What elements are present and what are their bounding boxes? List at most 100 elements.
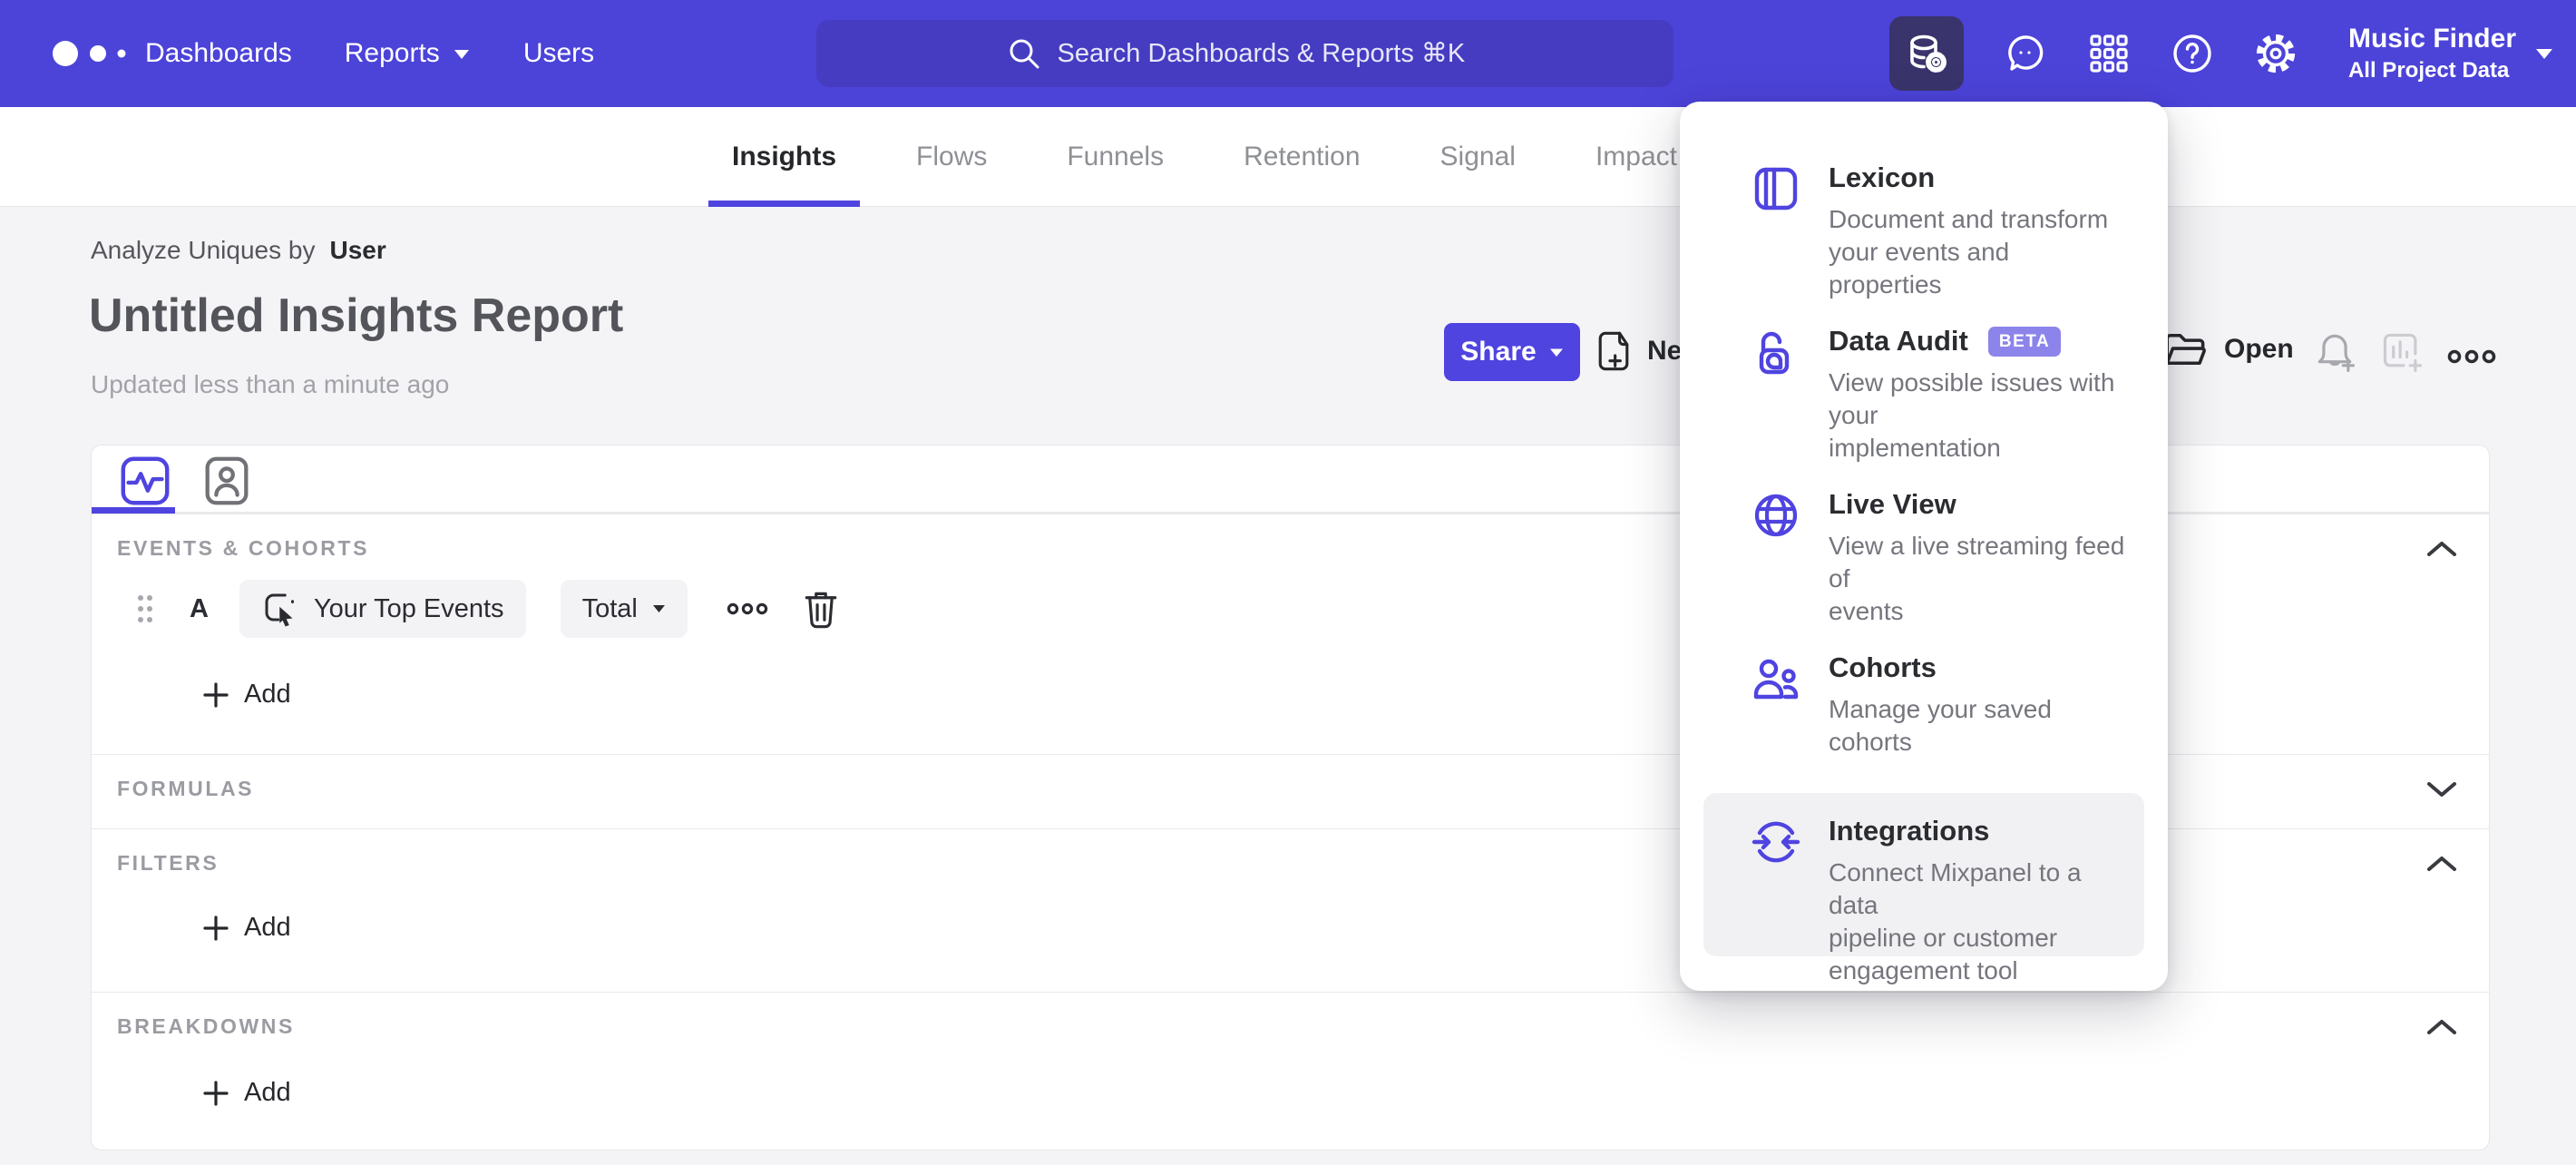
integrations-icon xyxy=(1751,817,1801,867)
global-search[interactable] xyxy=(816,20,1673,87)
menu-item-cohorts[interactable]: Cohorts Manage your saved cohorts xyxy=(1703,630,2144,793)
help-icon[interactable] xyxy=(2171,32,2214,75)
tab-insights[interactable]: Insights xyxy=(707,107,861,207)
menu-item-integrations-text: Integrations Connect Mixpanel to a data … xyxy=(1829,815,2126,984)
metrics-view-icon[interactable] xyxy=(116,452,174,510)
event-row-more-icon[interactable] xyxy=(726,601,769,617)
tab-signal-label: Signal xyxy=(1439,142,1516,171)
data-management-dropdown: Lexicon Document and transform your even… xyxy=(1680,102,2168,991)
menu-item-integrations[interactable]: Integrations Connect Mixpanel to a data … xyxy=(1703,793,2144,984)
project-name: Music Finder xyxy=(2347,24,2516,54)
mixpanel-dots-logo-glyph xyxy=(53,41,126,66)
tab-signal[interactable]: Signal xyxy=(1429,107,1527,207)
beta-badge: BETA xyxy=(1987,326,2062,357)
alert-bell-plus-icon[interactable] xyxy=(2311,328,2358,376)
tab-impact-label: Impact xyxy=(1595,142,1677,171)
menu-item-lexicon-desc: Document and transform your events and p… xyxy=(1829,205,2109,299)
profile-analysis-icon[interactable] xyxy=(198,452,256,510)
add-breakdown-label: Add xyxy=(244,1078,291,1107)
tab-insights-label: Insights xyxy=(732,142,837,171)
breakdowns-label: BREAKDOWNS xyxy=(117,1014,295,1038)
plus-icon xyxy=(203,681,229,708)
menu-item-lexicon-text: Lexicon Document and transform your even… xyxy=(1829,162,2126,303)
primary-nav: Dashboards Reports Users xyxy=(145,0,594,107)
nav-item-reports[interactable]: Reports xyxy=(345,38,471,69)
formulas-label: FORMULAS xyxy=(117,777,255,800)
apps-grid-icon[interactable] xyxy=(2087,32,2131,75)
add-to-dashboard-icon[interactable] xyxy=(2378,328,2425,376)
tab-flows-label: Flows xyxy=(916,142,988,171)
add-breakdown-button[interactable]: Add xyxy=(202,1078,291,1108)
menu-item-live-view-desc: View a live streaming feed of events xyxy=(1829,532,2125,625)
add-event-button[interactable]: Add xyxy=(202,680,291,710)
report-type-tabbar: Insights Flows Funnels Retention Signal … xyxy=(0,107,2576,207)
menu-item-data-audit[interactable]: Data Audit BETA View possible issues wit… xyxy=(1703,303,2144,466)
add-filter-label: Add xyxy=(244,913,291,942)
filters-collapse-chevron-icon[interactable] xyxy=(2422,846,2462,882)
tab-funnels-label: Funnels xyxy=(1067,142,1165,171)
nav-item-dashboards[interactable]: Dashboards xyxy=(145,38,292,69)
menu-item-data-audit-desc: View possible issues with your implement… xyxy=(1829,368,2115,462)
settings-glyph xyxy=(2256,34,2296,73)
tab-retention[interactable]: Retention xyxy=(1233,107,1371,207)
menu-item-integrations-title: Integrations xyxy=(1829,815,1990,847)
tab-funnels[interactable]: Funnels xyxy=(1056,107,1175,207)
more-options-icon[interactable] xyxy=(2445,347,2498,367)
search-icon xyxy=(1010,39,1039,69)
event-selector-button[interactable]: Your Top Events xyxy=(239,580,526,638)
report-title[interactable]: Untitled Insights Report xyxy=(89,289,623,343)
open-report-label: Open xyxy=(2224,334,2294,364)
share-button[interactable]: Share xyxy=(1444,323,1580,381)
active-view-underline xyxy=(92,507,175,514)
menu-item-cohorts-desc: Manage your saved cohorts xyxy=(1829,695,2052,756)
menu-item-data-audit-text: Data Audit BETA View possible issues wit… xyxy=(1829,325,2126,466)
menu-item-live-view-text: Live View View a live streaming feed of … xyxy=(1829,488,2126,630)
project-selector[interactable]: Music Finder All Project Data xyxy=(2348,24,2554,83)
top-navbar: Dashboards Reports Users Search Dashboar… xyxy=(0,0,2576,107)
analyze-entity-selector[interactable]: User xyxy=(329,236,385,265)
data-management-icon[interactable] xyxy=(1888,16,1964,91)
aggregation-selector-label: Total xyxy=(581,593,638,623)
report-type-tabs: Insights Flows Funnels Retention Signal … xyxy=(707,107,1688,207)
live-view-icon xyxy=(1751,490,1801,541)
data-management-glyph xyxy=(1910,34,1947,73)
plus-icon xyxy=(203,915,229,941)
menu-item-lexicon[interactable]: Lexicon Document and transform your even… xyxy=(1703,140,2144,303)
event-click-icon xyxy=(265,593,294,627)
event-row-letter: A xyxy=(190,593,209,623)
mixpanel-dots-logo[interactable] xyxy=(49,0,136,107)
tab-flows[interactable]: Flows xyxy=(905,107,998,207)
add-event-label: Add xyxy=(244,680,291,709)
add-filter-button[interactable]: Add xyxy=(202,913,291,943)
data-audit-icon xyxy=(1751,327,1801,377)
mixpanel-insights-screen: Dashboards Reports Users Search Dashboar… xyxy=(0,0,2576,1165)
caret-down-icon xyxy=(454,49,469,59)
report-updated-status: Updated less than a minute ago xyxy=(91,370,450,398)
analyze-uniques-row: Analyze Uniques by User xyxy=(91,236,386,265)
breakdowns-collapse-chevron-icon[interactable] xyxy=(2422,1009,2462,1045)
nav-item-reports-label: Reports xyxy=(344,38,440,68)
open-report-button[interactable]: Open xyxy=(2161,328,2294,370)
nav-item-users[interactable]: Users xyxy=(523,38,594,69)
event-row-a: A Your Top Events Total xyxy=(137,580,840,638)
drag-handle-icon[interactable] xyxy=(137,591,153,627)
nav-item-users-label: Users xyxy=(522,38,595,68)
more-options-glyph xyxy=(2447,349,2496,364)
project-selector-text: Music Finder All Project Data xyxy=(2348,24,2516,83)
messages-icon[interactable] xyxy=(2004,32,2047,75)
share-button-label: Share xyxy=(1460,337,1537,367)
caret-down-icon xyxy=(652,605,665,612)
settings-icon[interactable] xyxy=(2254,32,2298,75)
events-collapse-chevron-icon[interactable] xyxy=(2422,531,2462,567)
aggregation-selector-button[interactable]: Total xyxy=(560,580,688,638)
caret-down-icon xyxy=(2536,49,2552,59)
menu-item-live-view[interactable]: Live View View a live streaming feed of … xyxy=(1703,466,2144,630)
formulas-expand-chevron-icon[interactable] xyxy=(2422,771,2462,808)
menu-item-integrations-desc: Connect Mixpanel to a data pipeline or c… xyxy=(1829,858,2082,984)
events-cohorts-label: EVENTS & COHORTS xyxy=(117,536,370,560)
search-input[interactable] xyxy=(1057,38,1484,69)
tab-impact[interactable]: Impact xyxy=(1585,107,1688,207)
menu-item-cohorts-title: Cohorts xyxy=(1829,651,1937,683)
caret-down-icon xyxy=(1549,348,1563,357)
event-row-delete-icon[interactable] xyxy=(802,588,840,630)
